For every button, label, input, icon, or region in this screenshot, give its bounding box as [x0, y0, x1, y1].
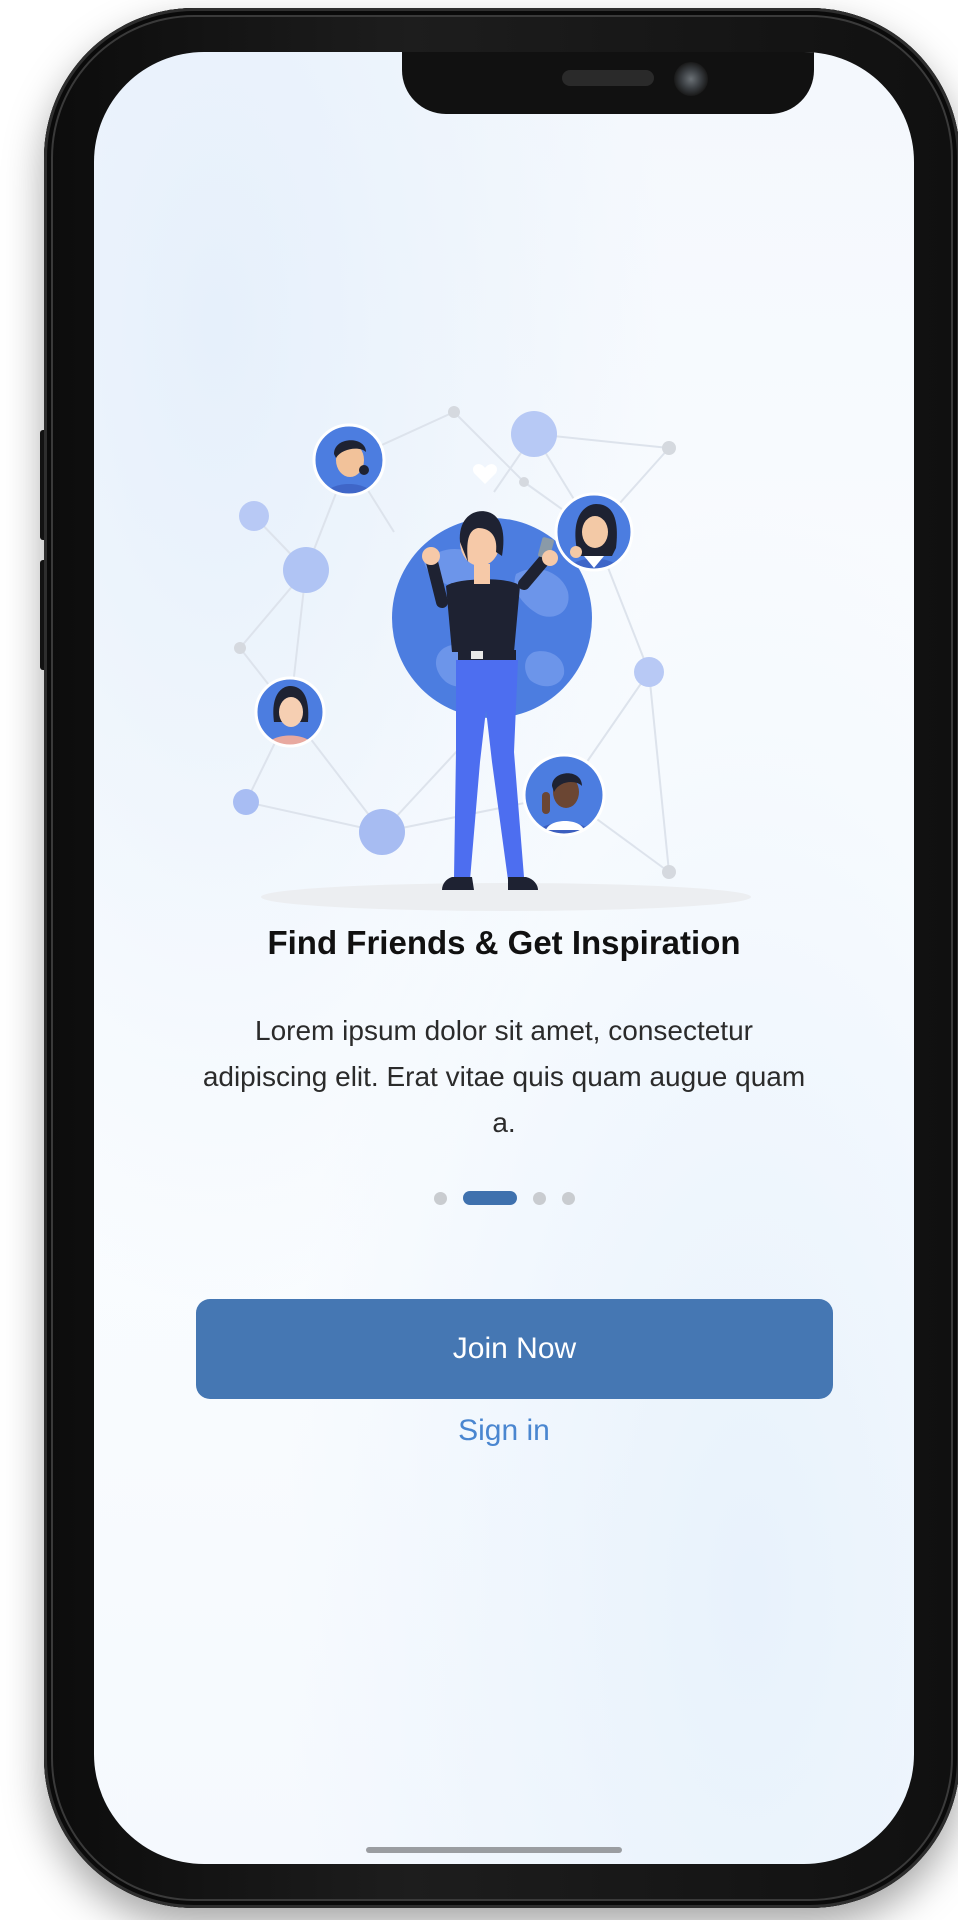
page-dot-active[interactable]: [462, 1191, 517, 1205]
ground-shadow: [261, 883, 751, 911]
social-network-illustration: [233, 406, 751, 911]
avatar: [522, 753, 606, 837]
join-now-button[interactable]: Join Now: [196, 1299, 833, 1399]
page-dot[interactable]: [433, 1191, 447, 1205]
mockup-stage: Find Friends & Get Inspiration Lorem ips…: [0, 0, 958, 1920]
heart-icon: [473, 464, 497, 484]
page-indicator: [94, 1188, 914, 1208]
phone-screen: Find Friends & Get Inspiration Lorem ips…: [94, 52, 914, 1864]
onboarding-description: Lorem ipsum dolor sit amet, consectetur …: [202, 1015, 806, 1138]
notch: [402, 52, 814, 114]
speaker-grille: [562, 70, 654, 86]
onboarding-title: Find Friends & Get Inspiration: [267, 924, 741, 961]
page-dot[interactable]: [561, 1191, 575, 1205]
sign-in-link[interactable]: Sign in: [94, 1414, 914, 1448]
avatar: [312, 423, 386, 497]
page-dot[interactable]: [532, 1191, 546, 1205]
home-indicator[interactable]: [366, 1847, 622, 1853]
front-camera: [674, 62, 708, 96]
avatar: [254, 676, 326, 748]
